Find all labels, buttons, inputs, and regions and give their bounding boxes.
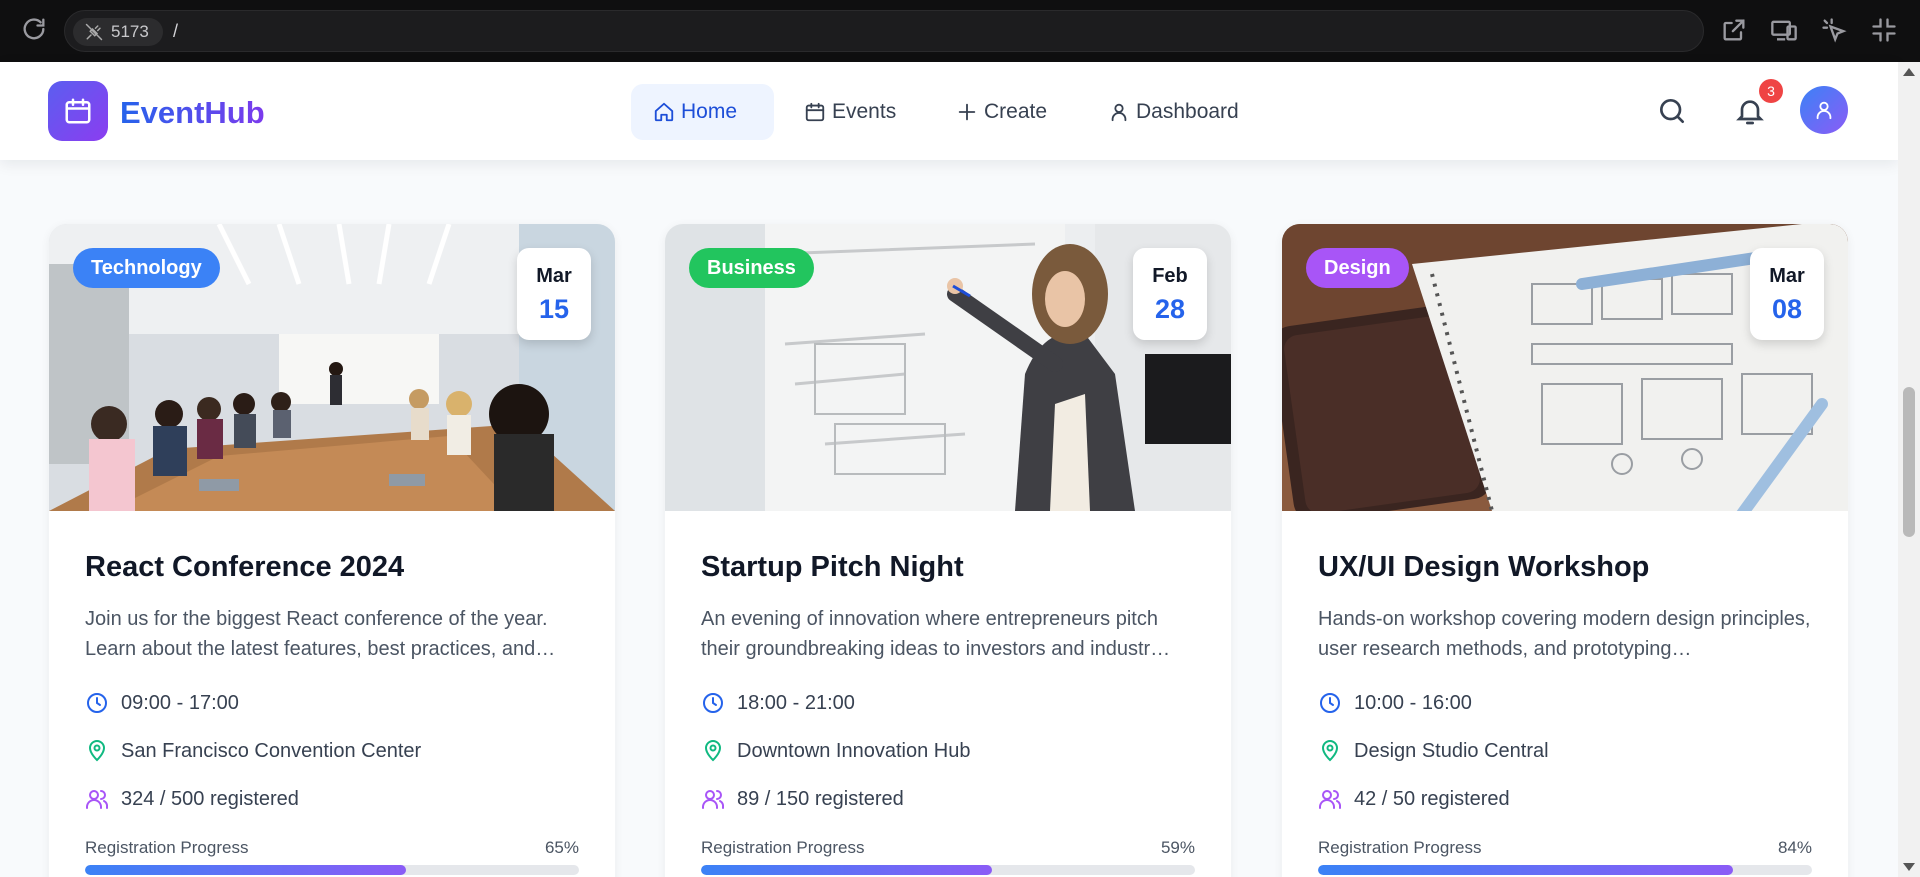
event-registered: 42 / 50 registered: [1318, 786, 1510, 812]
site-header: EventHub Home Events Create Dashboard 3: [0, 62, 1898, 160]
progress-fill: [85, 865, 407, 875]
url-path: /: [173, 21, 179, 41]
search-icon[interactable]: [1656, 95, 1688, 127]
event-title[interactable]: Startup Pitch Night: [701, 551, 964, 584]
category-badge: Business: [689, 248, 814, 288]
date-day: 08: [1771, 294, 1803, 324]
nav-home-label: Home: [681, 100, 738, 123]
event-image: Technology Mar 15: [49, 224, 615, 511]
event-location: Downtown Innovation Hub: [701, 738, 970, 764]
nav-dashboard-label: Dashboard: [1136, 100, 1239, 123]
plus-icon: [958, 103, 976, 121]
event-title[interactable]: UX/UI Design Workshop: [1318, 551, 1649, 584]
notification-badge: 3: [1759, 79, 1783, 103]
event-image: Business Feb 28: [665, 224, 1231, 511]
event-registered-text: 324 / 500 registered: [121, 788, 299, 810]
users-icon: [86, 790, 109, 809]
port-pill[interactable]: 5173: [73, 18, 163, 46]
progress-percent: 65%: [544, 838, 579, 857]
calendar-icon: [805, 102, 825, 122]
category-badge: Technology: [73, 248, 220, 288]
event-location-text: San Francisco Convention Center: [121, 740, 422, 762]
map-pin-icon: [704, 740, 722, 762]
progress-bar: [85, 865, 579, 875]
event-registered: 324 / 500 registered: [85, 786, 299, 812]
progress-label: Registration Progress: [85, 838, 249, 857]
date-month: Mar: [536, 265, 572, 287]
bell-icon[interactable]: [1734, 95, 1766, 127]
event-image: Design Mar 08: [1282, 224, 1848, 511]
event-time: 18:00 - 21:00: [701, 690, 855, 716]
nav-events[interactable]: Events: [782, 84, 922, 140]
nav-create[interactable]: Create: [934, 84, 1072, 140]
event-location-text: Downtown Innovation Hub: [737, 740, 971, 762]
date-badge: Feb 28: [1133, 248, 1207, 340]
event-location: Design Studio Central: [1318, 738, 1549, 764]
logo[interactable]: [48, 81, 108, 141]
date-month: Feb: [1152, 265, 1188, 287]
event-time: 10:00 - 16:00: [1318, 690, 1472, 716]
select-element-icon[interactable]: [1820, 16, 1848, 44]
nav-dashboard[interactable]: Dashboard: [1086, 84, 1266, 140]
date-day: 28: [1154, 294, 1186, 324]
scroll-thumb[interactable]: [1903, 387, 1915, 537]
responsive-view-icon[interactable]: [1770, 16, 1798, 44]
event-location-text: Design Studio Central: [1354, 740, 1549, 762]
nav-events-label: Events: [832, 100, 897, 123]
scroll-down-arrow[interactable]: [1903, 863, 1915, 871]
scroll-up-arrow[interactable]: [1903, 68, 1915, 76]
event-time: 09:00 - 17:00: [85, 690, 239, 716]
map-pin-icon: [1321, 740, 1339, 762]
progress-fill: [1318, 865, 1733, 875]
nav-home[interactable]: Home: [631, 84, 774, 140]
browser-toolbar: 5173 /: [0, 0, 1920, 62]
user-icon: [1111, 103, 1127, 122]
progress-percent: 84%: [1777, 838, 1812, 857]
clock-icon: [1320, 693, 1340, 713]
progress-bar: [1318, 865, 1812, 875]
port-number: 5173: [111, 22, 149, 41]
home-icon: [654, 102, 674, 122]
avatar[interactable]: [1800, 86, 1848, 134]
collapse-icon[interactable]: [1870, 16, 1898, 44]
clock-icon: [703, 693, 723, 713]
event-card[interactable]: Business Feb 28 Startup Pitch Night An e…: [665, 224, 1231, 877]
progress-label: Registration Progress: [701, 838, 865, 857]
event-description: An evening of innovation where entrepren…: [701, 608, 1171, 660]
scrollbar[interactable]: [1898, 62, 1920, 877]
event-card[interactable]: Technology Mar 15 React Conference 2024 …: [49, 224, 615, 877]
reload-icon[interactable]: [20, 15, 48, 43]
nav-create-label: Create: [984, 100, 1048, 123]
users-icon: [1319, 790, 1342, 809]
progress-fill: [701, 865, 993, 875]
event-location: San Francisco Convention Center: [85, 738, 421, 764]
open-external-icon[interactable]: [1720, 16, 1748, 44]
clock-icon: [87, 693, 107, 713]
event-title[interactable]: React Conference 2024: [85, 551, 404, 584]
event-time-text: 10:00 - 16:00: [1354, 692, 1472, 714]
event-description: Join us for the biggest React conference…: [85, 608, 556, 660]
date-badge: Mar 08: [1750, 248, 1824, 340]
event-time-text: 18:00 - 21:00: [737, 692, 855, 714]
event-registered-text: 89 / 150 registered: [737, 788, 904, 810]
date-month: Mar: [1769, 265, 1805, 287]
progress-percent: 59%: [1160, 838, 1195, 857]
calendar-logo-icon: [65, 98, 91, 124]
users-icon: [702, 790, 725, 809]
address-bar[interactable]: 5173 /: [64, 10, 1704, 52]
date-badge: Mar 15: [517, 248, 591, 340]
event-registered-text: 42 / 50 registered: [1354, 788, 1510, 810]
map-pin-icon: [88, 740, 106, 762]
event-time-text: 09:00 - 17:00: [121, 692, 239, 714]
event-description: Hands-on workshop covering modern design…: [1318, 608, 1811, 660]
progress-label: Registration Progress: [1318, 838, 1482, 857]
brand-name[interactable]: EventHub: [120, 95, 265, 131]
date-day: 15: [538, 294, 570, 324]
category-badge: Design: [1306, 248, 1409, 288]
event-card[interactable]: Design Mar 08 UX/UI Design Workshop Hand…: [1282, 224, 1848, 877]
user-avatar-icon: [1816, 101, 1832, 120]
progress-bar: [701, 865, 1195, 875]
unplug-icon: [85, 23, 103, 41]
event-registered: 89 / 150 registered: [701, 786, 904, 812]
